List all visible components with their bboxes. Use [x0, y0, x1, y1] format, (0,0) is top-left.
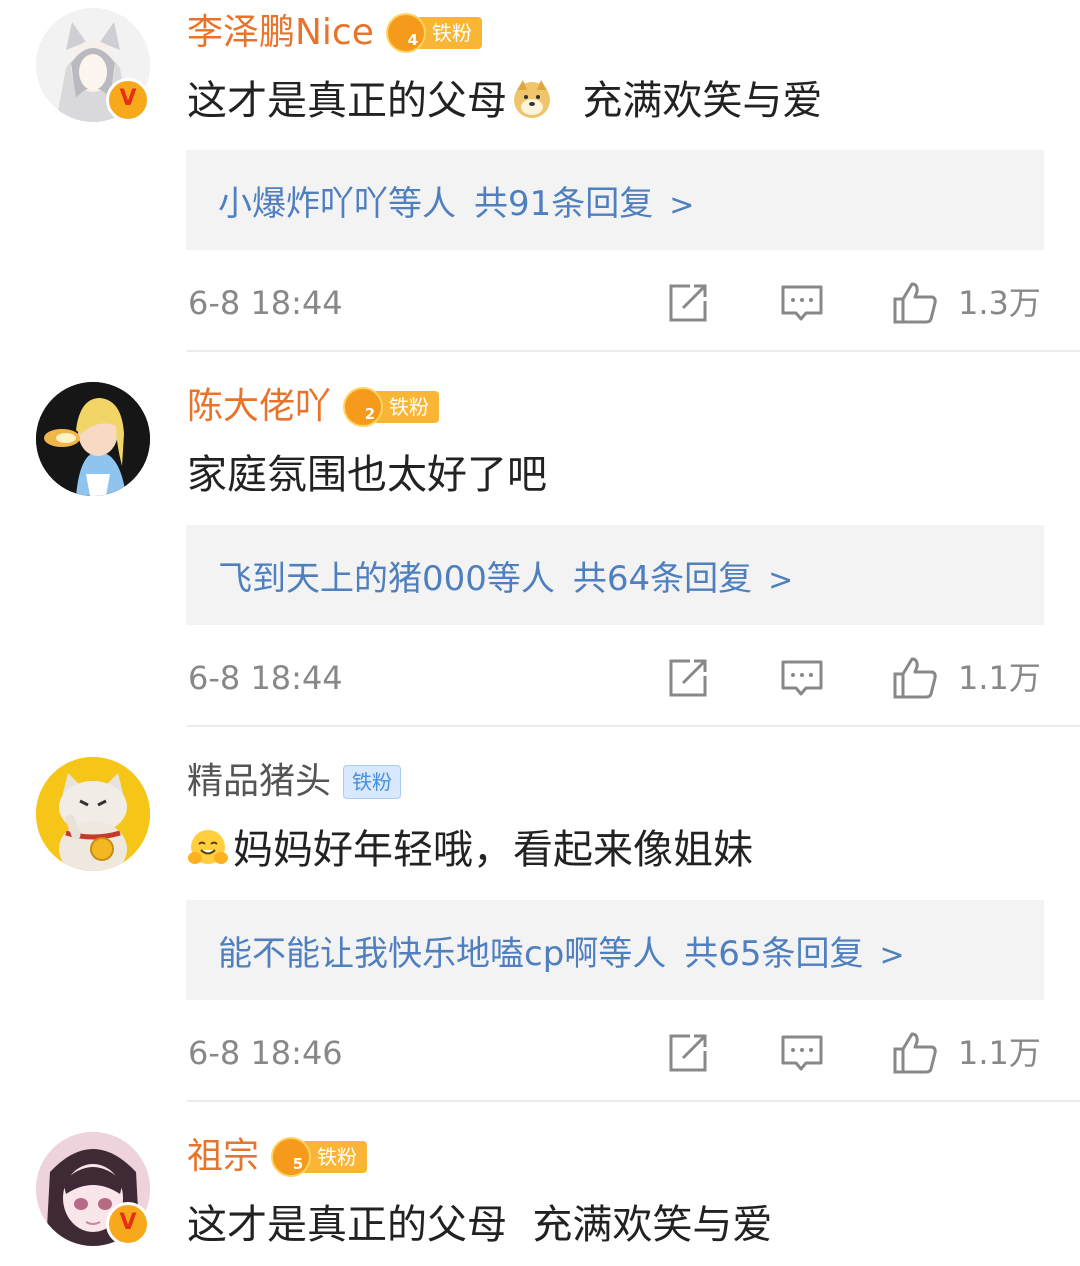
- like-count: 1.3万: [958, 284, 1041, 322]
- comment-meta: 6-8 18:44 1.1万: [186, 653, 1046, 703]
- like-button[interactable]: 1.1万: [892, 656, 1052, 700]
- comment-text: 这才是真正的父母 充满欢笑与爱: [187, 74, 822, 128]
- fan-badge: 2 铁粉: [343, 387, 440, 427]
- timestamp: 6-8 18:44: [188, 284, 343, 322]
- crown-icon: 5: [271, 1137, 312, 1177]
- repost-icon: [669, 1034, 707, 1072]
- fan-label: 铁粉: [343, 765, 402, 799]
- fan-level: 2: [364, 405, 376, 423]
- comment-meta: 6-8 18:46 1.1万: [186, 1028, 1046, 1078]
- comment-text-part: 妈妈好年轻哦，看起来像姐妹: [233, 827, 753, 873]
- name-row: 祖宗 5 铁粉: [187, 1132, 368, 1182]
- avatar[interactable]: [36, 757, 150, 871]
- avatar-image: [36, 382, 150, 496]
- fan-level: 4: [407, 31, 419, 49]
- like-button[interactable]: 1.1万: [892, 1031, 1052, 1075]
- reply-summary[interactable]: 飞到天上的猪000等人 共64条回复 >: [186, 525, 1044, 625]
- comment-button[interactable]: [780, 281, 824, 325]
- username[interactable]: 陈大佬吖: [187, 382, 331, 432]
- repost-icon: [669, 284, 707, 322]
- comment-text-part: 这才是真正的父母: [187, 78, 507, 124]
- repost-icon: [669, 659, 707, 697]
- fan-badge: 5 铁粉: [271, 1137, 368, 1177]
- fan-badge: 铁粉: [343, 762, 402, 802]
- reply-users[interactable]: 飞到天上的猪000: [218, 559, 487, 599]
- reply-summary-text: 能不能让我快乐地嗑cp啊等人 共65条回复 >: [218, 926, 905, 975]
- timestamp: 6-8 18:44: [188, 659, 343, 697]
- reply-count[interactable]: 共65条回复: [684, 934, 863, 974]
- reply-count[interactable]: 共91条回复: [474, 184, 653, 224]
- comment-button[interactable]: [780, 1031, 824, 1075]
- comment-text-part: 充满欢笑与爱: [557, 78, 823, 124]
- repost-button[interactable]: [666, 1031, 710, 1075]
- comment-icon: [781, 1035, 823, 1071]
- comment-meta: 6-8 18:44 1.3万: [186, 278, 1046, 328]
- username[interactable]: 李泽鹏Nice: [187, 8, 374, 58]
- timestamp: 6-8 18:46: [188, 1034, 343, 1072]
- like-count: 1.1万: [958, 659, 1041, 697]
- thumbs-up-icon: [893, 657, 937, 699]
- comment-text: 家庭氛围也太好了吧: [187, 452, 547, 498]
- name-row: 精品猪头 铁粉: [187, 757, 402, 807]
- reply-summary[interactable]: 小爆炸吖吖等人 共91条回复 >: [186, 150, 1044, 250]
- comment-text: 这才是真正的父母 充满欢笑与爱: [187, 1202, 773, 1248]
- reply-summary-text: 飞到天上的猪000等人 共64条回复 >: [218, 551, 793, 600]
- avatar[interactable]: [36, 382, 150, 496]
- like-count: 1.1万: [958, 1034, 1041, 1072]
- like-button[interactable]: 1.3万: [892, 281, 1052, 325]
- crown-icon: 2: [343, 387, 384, 427]
- reply-users[interactable]: 能不能让我快乐地嗑cp啊: [218, 934, 598, 974]
- doge-emoji-icon: [514, 80, 550, 118]
- divider: [187, 1100, 1080, 1102]
- chevron-right-icon: >: [768, 562, 794, 598]
- reply-summary-text: 小爆炸吖吖等人 共91条回复 >: [218, 176, 694, 225]
- name-row: 陈大佬吖 2 铁粉: [187, 382, 440, 432]
- divider: [187, 350, 1080, 352]
- reply-users[interactable]: 小爆炸吖吖: [218, 184, 388, 224]
- reply-suffix: 等人: [486, 558, 555, 599]
- comment-button[interactable]: [780, 656, 824, 700]
- fan-level: 5: [292, 1155, 304, 1173]
- fan-badge: 4 铁粉: [385, 13, 482, 53]
- reply-suffix: 等人: [598, 933, 667, 974]
- repost-button[interactable]: [666, 656, 710, 700]
- comment-text: 妈妈好年轻哦，看起来像姐妹: [187, 823, 753, 877]
- chevron-right-icon: >: [879, 937, 905, 973]
- hug-emoji-icon: [188, 830, 228, 864]
- verified-badge-icon: [106, 1202, 150, 1246]
- comment-icon: [781, 660, 823, 696]
- repost-button[interactable]: [666, 281, 710, 325]
- comment-feed: 李泽鹏Nice 4 铁粉 这才是真正的父母 充满欢笑与爱 小爆炸吖吖等人共91条…: [0, 0, 1080, 1266]
- crown-icon: 4: [385, 13, 426, 53]
- reply-summary[interactable]: 能不能让我快乐地嗑cp啊等人 共65条回复 >: [186, 900, 1044, 1000]
- avatar-image: [36, 757, 150, 871]
- divider: [187, 725, 1080, 727]
- chevron-right-icon: >: [669, 187, 695, 223]
- name-row: 李泽鹏Nice 4 铁粉: [187, 8, 482, 58]
- username[interactable]: 祖宗: [187, 1132, 259, 1182]
- username[interactable]: 精品猪头: [187, 757, 331, 807]
- verified-badge-icon: [106, 78, 150, 122]
- thumbs-up-icon: [893, 1032, 937, 1074]
- comment-icon: [781, 285, 823, 321]
- reply-count[interactable]: 共64条回复: [573, 559, 752, 599]
- thumbs-up-icon: [893, 282, 937, 324]
- reply-suffix: 等人: [388, 183, 456, 224]
